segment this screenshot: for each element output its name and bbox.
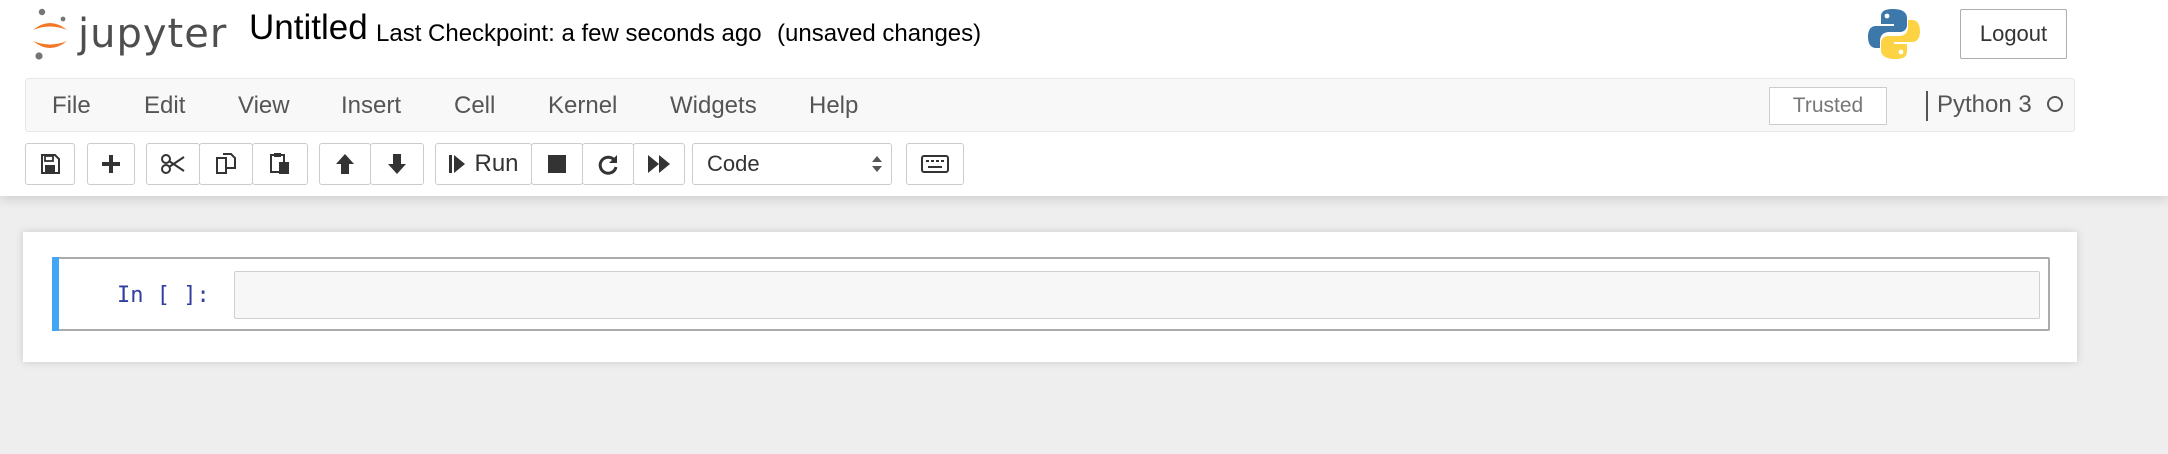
cell-type-select[interactable]: Code [692, 143, 892, 185]
notebook-container: In [ ]: [23, 232, 2077, 362]
paste-button[interactable] [252, 143, 308, 185]
menu-insert[interactable]: Insert [341, 92, 401, 120]
trusted-indicator[interactable]: Trusted [1769, 87, 1887, 125]
select-arrows-icon [872, 156, 882, 172]
keyboard-icon [921, 155, 949, 173]
header: jupyter Untitled Last Checkpoint: a few … [0, 0, 2168, 196]
logo-wordmark: jupyter [78, 11, 228, 57]
menu-help[interactable]: Help [809, 92, 858, 120]
kernel-name: Python 3 [1937, 91, 2032, 118]
command-palette-button[interactable] [906, 143, 964, 185]
code-cell[interactable]: In [ ]: [52, 257, 2050, 331]
menu-edit[interactable]: Edit [144, 92, 185, 120]
kernel-separator [1926, 91, 1928, 121]
cell-type-value: Code [707, 151, 760, 176]
kernel-idle-icon [2047, 96, 2063, 112]
input-prompt: In [ ]: [117, 283, 210, 308]
restart-run-all-button[interactable] [633, 143, 685, 185]
menu-widgets[interactable]: Widgets [670, 92, 757, 120]
notebook-title[interactable]: Untitled [249, 8, 368, 48]
code-input-area[interactable] [234, 271, 2040, 319]
step-forward-icon [449, 155, 466, 173]
menu-view[interactable]: View [238, 92, 290, 120]
insert-cell-button[interactable] [87, 143, 135, 185]
paste-icon [270, 153, 289, 174]
run-button[interactable]: Run [435, 143, 532, 185]
interrupt-kernel-button[interactable] [531, 143, 583, 185]
menubar: File Edit View Insert Cell Kernel Widget… [25, 78, 2075, 132]
cell-selected-indicator [52, 257, 59, 331]
save-button[interactable] [25, 143, 75, 185]
save-icon [41, 154, 60, 174]
restart-kernel-button[interactable] [582, 143, 634, 185]
run-label: Run [474, 150, 519, 177]
copy-button[interactable] [199, 143, 253, 185]
move-cell-up-button[interactable] [319, 143, 371, 185]
autosave-status: (unsaved changes) [777, 20, 982, 47]
scissors-icon [161, 154, 185, 174]
stop-icon [548, 155, 566, 173]
refresh-icon [598, 155, 618, 175]
menu-cell[interactable]: Cell [454, 92, 495, 120]
arrow-up-icon [336, 154, 354, 174]
arrow-down-icon [388, 154, 406, 174]
python-logo-icon [1866, 6, 1922, 62]
plus-icon [102, 155, 120, 173]
cut-button[interactable] [146, 143, 200, 185]
menu-file[interactable]: File [52, 92, 91, 120]
copy-icon [216, 153, 236, 174]
move-cell-down-button[interactable] [370, 143, 424, 185]
jupyter-logo[interactable]: jupyter [30, 6, 227, 62]
fast-forward-icon [648, 155, 670, 173]
menu-kernel[interactable]: Kernel [548, 92, 617, 120]
jupyter-logo-icon [33, 8, 67, 60]
checkpoint-status: Last Checkpoint: a few seconds ago [376, 20, 762, 47]
logout-button[interactable]: Logout [1960, 9, 2067, 59]
